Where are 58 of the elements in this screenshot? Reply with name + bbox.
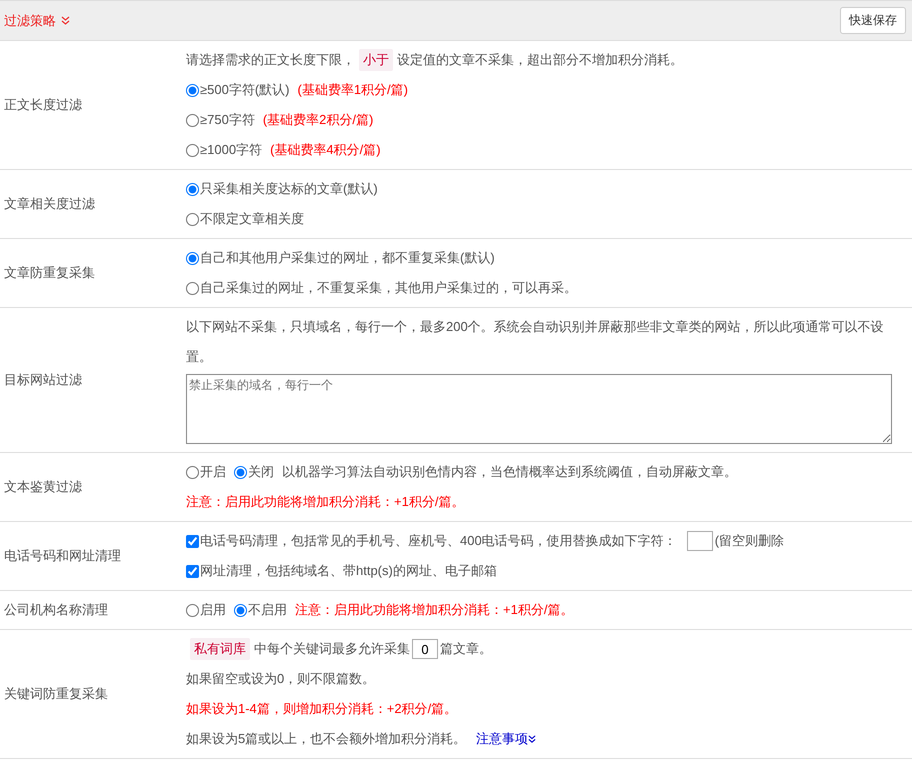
checkbox[interactable]	[186, 564, 199, 578]
warning-text: 如果设为1-4篇，则增加积分消耗：+2积分/篇。	[186, 700, 458, 718]
keyword-tag: 小于	[359, 49, 393, 71]
option-label[interactable]: 开启	[200, 463, 226, 481]
row-label: 目标网站过滤	[3, 371, 83, 389]
option-label[interactable]: 不限定文章相关度	[200, 210, 304, 228]
radio-button[interactable]	[186, 84, 199, 96]
option-label[interactable]: 只采集相关度达标的文章(默认)	[200, 180, 378, 198]
row-label: 文章防重复采集	[3, 264, 96, 282]
row-label: 文本鉴黄过滤	[3, 478, 83, 496]
row-label: 文章相关度过滤	[3, 195, 96, 213]
warning-text: (基础费率2积分/篇)	[262, 111, 374, 129]
option-label[interactable]: 自己和其他用户采集过的网址，都不重复采集(默认)	[200, 249, 495, 267]
radio-button[interactable]	[186, 252, 199, 264]
radio-button[interactable]	[186, 282, 199, 294]
radio-button[interactable]	[186, 114, 199, 126]
notes-link[interactable]: 注意事项	[476, 730, 528, 748]
radio-button[interactable]	[186, 604, 199, 616]
save-button[interactable]: 快速保存	[840, 7, 906, 34]
option-label[interactable]: 不启用	[248, 601, 287, 619]
radio-button[interactable]	[186, 466, 199, 478]
description-text: 篇文章。	[440, 640, 492, 658]
warning-text: (基础费率4积分/篇)	[270, 141, 381, 159]
option-label[interactable]: ≥500字符(默认)	[200, 81, 290, 99]
option-label[interactable]: 关闭	[248, 463, 274, 481]
description-text: (留空则删除	[714, 532, 784, 550]
description-text: 以机器学习算法自动识别色情内容，当色情概率达到系统阈值，自动屏蔽文章。	[282, 463, 737, 481]
description-text: 中每个关键词最多允许采集	[254, 640, 410, 658]
radio-button[interactable]	[234, 466, 247, 478]
description-text: 如果设为5篇或以上，也不会额外增加积分消耗。	[186, 730, 466, 748]
row-label: 关键词防重复采集	[3, 685, 109, 703]
warning-text: 注意：启用此功能将增加积分消耗：+1积分/篇。	[186, 493, 464, 511]
option-label[interactable]: 电话号码清理，包括常见的手机号、座机号、400电话号码，使用替换成如下字符：	[200, 532, 677, 550]
radio-button[interactable]	[186, 182, 199, 196]
keyword-tag: 私有词库	[190, 638, 250, 660]
section-title[interactable]: 过滤策略	[4, 12, 56, 30]
description-text: 设定值的文章不采集，超出部分不增加积分消耗。	[397, 51, 683, 69]
option-label[interactable]: 网址清理，包括纯域名、带http(s)的网址、电子邮箱	[200, 562, 497, 580]
domain-textarea[interactable]: 禁止采集的域名，每行一个	[186, 374, 892, 444]
option-label[interactable]: 自己采集过的网址，不重复采集，其他用户采集过的，可以再采。	[200, 279, 577, 297]
option-label[interactable]: ≥1000字符	[200, 141, 262, 159]
warning-text: (基础费率1积分/篇)	[297, 81, 408, 99]
description-text: 以下网站不采集，只填域名，每行一个，最多200个。系统会自动识别并屏蔽那些非文章类的网站，所以此项通常可以不设置。	[186, 318, 885, 366]
description-text: 如果留空或设为0，则不限篇数。	[186, 670, 376, 688]
radio-button[interactable]	[186, 144, 199, 156]
radio-button[interactable]	[234, 604, 247, 616]
warning-text: 注意：启用此功能将增加积分消耗：+1积分/篇。	[295, 601, 574, 619]
checkbox[interactable]	[186, 534, 199, 548]
input-field[interactable]	[686, 531, 713, 551]
input-field[interactable]: 0	[412, 639, 438, 659]
radio-button[interactable]	[186, 212, 199, 226]
row-label: 公司机构名称清理	[3, 601, 109, 619]
option-label[interactable]: ≥750字符	[200, 111, 255, 129]
option-label[interactable]: 启用	[200, 601, 226, 619]
row-label: 正文长度过滤	[3, 96, 83, 114]
description-text: 请选择需求的正文长度下限，	[186, 51, 355, 69]
double-chevron-icon[interactable]	[528, 735, 536, 743]
row-label: 电话号码和网址清理	[3, 547, 122, 565]
